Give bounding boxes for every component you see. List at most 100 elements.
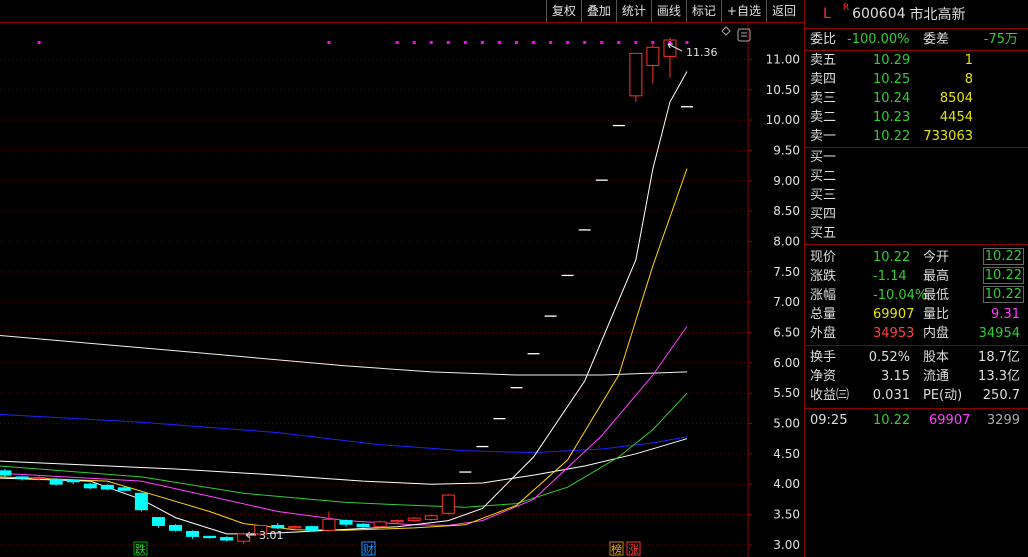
candlestick[interactable] bbox=[390, 519, 404, 524]
signal-marker bbox=[395, 41, 399, 44]
candlestick[interactable] bbox=[305, 525, 319, 532]
candle-body bbox=[424, 515, 438, 520]
waipan-label: 外盘 bbox=[810, 326, 837, 341]
candlestick[interactable] bbox=[83, 482, 97, 490]
candlestick[interactable] bbox=[373, 520, 387, 528]
signal-markers bbox=[37, 41, 689, 44]
jinkai-value: 10.22 bbox=[982, 248, 1024, 265]
buy-row[interactable]: 买五 bbox=[805, 224, 1028, 243]
overlay-button[interactable]: 叠加 bbox=[580, 0, 616, 22]
signal-marker bbox=[566, 41, 570, 44]
liutong-value: 13.3亿 bbox=[978, 369, 1020, 384]
fuquan-button[interactable]: 复权 bbox=[545, 0, 581, 22]
quote-panel: L R 600604 市北高新 委比 -100.00% 委差 -75万 卖五 10… bbox=[805, 0, 1028, 557]
draw-line-button[interactable]: 画线 bbox=[650, 0, 686, 22]
diamond-icon[interactable] bbox=[721, 26, 731, 36]
sell-row[interactable]: 卖一 10.22 733063 bbox=[805, 127, 1028, 146]
signal-marker bbox=[480, 41, 484, 44]
sell-row[interactable]: 卖三 10.24 8504 bbox=[805, 89, 1028, 108]
fundamentals: 换手 0.52% 股本 18.7亿 净资 3.15 流通 13.3亿 收益㈢ 0.031 PE(… bbox=[805, 348, 1028, 405]
buy-row[interactable]: 买四 bbox=[805, 205, 1028, 224]
signal-marker bbox=[600, 41, 604, 44]
candlestick[interactable] bbox=[629, 52, 643, 102]
tick-count: 3299 bbox=[986, 413, 1020, 428]
buy-row[interactable]: 买一 bbox=[805, 148, 1028, 167]
price-tick-label: 4.50 bbox=[773, 447, 800, 461]
buy-label: 买三 bbox=[810, 188, 837, 203]
candlestick[interactable] bbox=[646, 44, 660, 84]
candlestick[interactable] bbox=[220, 536, 234, 542]
tick-price: 10.22 bbox=[873, 413, 911, 428]
stock-mark: L bbox=[823, 6, 831, 22]
candlestick[interactable] bbox=[356, 523, 370, 528]
neipan-label: 内盘 bbox=[923, 326, 950, 341]
sell-row[interactable]: 卖二 10.23 4454 bbox=[805, 108, 1028, 127]
candle-body bbox=[322, 518, 336, 531]
candlestick[interactable] bbox=[339, 519, 353, 527]
weibi-label: 委比 bbox=[810, 32, 837, 47]
event-label-zhang: 涨 bbox=[628, 543, 639, 556]
ma20-line bbox=[0, 326, 688, 526]
event-label-bang: 榜 bbox=[611, 542, 622, 556]
sell-row[interactable]: 卖五 10.29 1 bbox=[805, 51, 1028, 70]
candle-body bbox=[220, 537, 234, 541]
candlestick[interactable] bbox=[134, 492, 148, 512]
sell-label: 卖二 bbox=[810, 110, 837, 125]
candlestick[interactable] bbox=[203, 535, 217, 539]
quote-stats: 现价 10.22 今开 10.22 涨跌 -1.14 最高 10.22 涨幅 -10.04% 最… bbox=[805, 248, 1028, 343]
zuidi-value: 10.22 bbox=[982, 286, 1024, 303]
candlestick[interactable] bbox=[424, 514, 438, 521]
sell-row[interactable]: 卖四 10.25 8 bbox=[805, 70, 1028, 89]
candlestick[interactable] bbox=[117, 486, 131, 492]
candle-body bbox=[646, 46, 660, 66]
back-button[interactable]: 返回 bbox=[765, 0, 801, 22]
liangbi-value: 9.31 bbox=[991, 307, 1020, 322]
sell-volume: 4454 bbox=[939, 110, 973, 125]
candlestick[interactable] bbox=[237, 532, 251, 545]
guben-value: 18.7亿 bbox=[978, 350, 1020, 365]
candlestick[interactable] bbox=[15, 475, 29, 481]
sell-price: 10.22 bbox=[873, 129, 911, 144]
mark-button[interactable]: 标记 bbox=[685, 0, 721, 22]
candlestick[interactable] bbox=[49, 478, 63, 486]
price-tick-label: 7.50 bbox=[773, 265, 800, 279]
buy-label: 买一 bbox=[810, 150, 837, 165]
candle-body bbox=[356, 523, 370, 528]
add-watchlist-button[interactable]: +自选 bbox=[720, 0, 766, 22]
sell-label: 卖四 bbox=[810, 72, 837, 87]
signal-marker bbox=[463, 41, 467, 44]
tick-time: 09:25 bbox=[810, 413, 848, 428]
candlestick[interactable] bbox=[169, 524, 182, 532]
neipan-value: 34954 bbox=[978, 326, 1020, 341]
candle-body bbox=[271, 524, 285, 529]
price-tick-label: 8.00 bbox=[773, 234, 800, 248]
chart-toolbar: 复权 叠加 统计 画线 标记 +自选 返回 bbox=[0, 0, 804, 23]
candle-body bbox=[339, 520, 353, 525]
buy-row[interactable]: 买三 bbox=[805, 186, 1028, 205]
candle-body bbox=[134, 492, 148, 511]
zhangfu-label: 涨幅 bbox=[810, 288, 837, 303]
jingzi-value: 3.15 bbox=[881, 369, 910, 384]
huanshou-value: 0.52% bbox=[868, 350, 910, 365]
shouyi-label: 收益㈢ bbox=[810, 388, 850, 403]
price-tick-label: 6.50 bbox=[773, 325, 800, 339]
buy-row[interactable]: 买二 bbox=[805, 167, 1028, 186]
candlestick[interactable] bbox=[66, 479, 80, 485]
signal-marker bbox=[583, 41, 587, 44]
candlestick[interactable] bbox=[186, 530, 200, 539]
zongliang-label: 总量 bbox=[810, 307, 837, 322]
candlestick[interactable] bbox=[151, 516, 165, 528]
candle-body bbox=[186, 531, 200, 537]
signal-marker bbox=[549, 41, 553, 44]
stats-button[interactable]: 统计 bbox=[615, 0, 651, 22]
jinkai-label: 今开 bbox=[923, 250, 950, 265]
tick-row[interactable]: 09:25 10.22 69907 3299 bbox=[805, 411, 1028, 430]
kline-chart[interactable]: 11.00 10.50 10.00 9.50 9.00 8.50 8.00 7.50 7.00 6… bbox=[0, 23, 804, 557]
zhangdie-value: -1.14 bbox=[873, 269, 907, 284]
candlestick[interactable] bbox=[407, 516, 421, 522]
buy-label: 买四 bbox=[810, 207, 837, 222]
candlestick[interactable] bbox=[100, 484, 114, 491]
candlestick[interactable] bbox=[441, 493, 455, 515]
sell-book: 卖五 10.29 1 卖四 10.25 8 卖三 10.24 8504 卖二 10.23 445… bbox=[805, 51, 1028, 146]
weicha-label: 委差 bbox=[923, 32, 950, 47]
